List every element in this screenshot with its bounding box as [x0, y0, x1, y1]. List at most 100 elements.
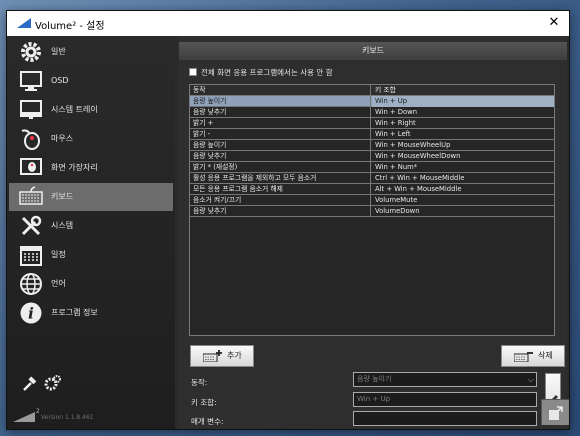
- hammer-icon[interactable]: [21, 376, 37, 392]
- monitor-icon: [20, 71, 42, 91]
- table-header-row: 동작 키 조합: [190, 85, 554, 96]
- table-cell-hotkey: Win + MouseWheelDown: [375, 152, 461, 160]
- hotkey-table: 동작 키 조합 음량 높이기 Win + Up 음량 낮추기 Win + Dow…: [189, 84, 555, 336]
- table-row[interactable]: 밝기 + Win + Right: [190, 118, 554, 129]
- sidebar-item-label: OSD: [51, 76, 69, 85]
- table-cell-hotkey: Win + Right: [375, 119, 416, 127]
- table-row[interactable]: 음량 높이기 Win + MouseWheelUp: [190, 140, 554, 151]
- table-cell-action: 밝기 +: [190, 118, 371, 129]
- table-cell-hotkey: Win + MouseWheelUp: [375, 141, 451, 149]
- sidebar-item-label: 일반: [51, 47, 66, 56]
- table-cell-hotkey: Win + Left: [375, 130, 411, 138]
- table-cell-action: 밝기 -: [190, 129, 371, 140]
- calendar-icon: [20, 246, 42, 266]
- column-header-hotkey[interactable]: 키 조합: [372, 85, 554, 96]
- parameter-field[interactable]: [353, 411, 537, 426]
- sidebar-item-general[interactable]: 일반: [9, 38, 173, 66]
- svg-text:2: 2: [36, 408, 39, 415]
- settings-window: Volume² - 설정 ✕ 일반 OSD 시스템 트레이 마우스 화면 가장자…: [6, 10, 570, 430]
- add-button[interactable]: 추가: [190, 345, 254, 367]
- table-cell-hotkey: Win + Up: [372, 96, 554, 107]
- tools-icon: [21, 215, 42, 236]
- sidebar-item-language[interactable]: 언어: [9, 270, 173, 298]
- table-cell-action: 밝기 * (재설정): [190, 162, 371, 173]
- table-row[interactable]: 음소거 켜기/끄기 VolumeMute: [190, 195, 554, 206]
- table-cell-hotkey: Win + Num*: [375, 163, 418, 171]
- sidebar-item-system[interactable]: 시스템: [9, 212, 173, 240]
- sidebar: 일반 OSD 시스템 트레이 마우스 화면 가장자리 키보드 시스템 일정 언어…: [7, 36, 175, 429]
- table-row[interactable]: 활성 응용 프로그램을 제외하고 모두 음소거 Ctrl + Win + Mou…: [190, 173, 554, 184]
- sidebar-item-label: 프로그램 정보: [51, 308, 98, 317]
- table-row[interactable]: 밝기 * (재설정) Win + Num*: [190, 162, 554, 173]
- parameter-label: 매개 변수:: [191, 417, 224, 426]
- fullscreen-disable-checkbox[interactable]: 전체 화면 응용 프로그램에서는 사용 안 함: [189, 67, 333, 78]
- sidebar-item-schedule[interactable]: 일정: [9, 241, 173, 269]
- table-cell-hotkey: VolumeDown: [375, 207, 420, 215]
- sidebar-item-screen-edge[interactable]: 화면 가장자리: [9, 154, 173, 182]
- corner-window-button[interactable]: [541, 399, 569, 425]
- table-cell-action: 음량 낮추기: [190, 206, 371, 217]
- table-row[interactable]: 음량 낮추기 VolumeDown: [190, 206, 554, 217]
- table-row[interactable]: 밝기 - Win + Left: [190, 129, 554, 140]
- keyboard-add-icon: [203, 350, 222, 362]
- screen-edge-icon: [20, 158, 42, 175]
- sidebar-item-label: 언어: [51, 279, 66, 288]
- table-cell-action: 음량 낮추기: [190, 107, 371, 118]
- svg-text:i: i: [28, 305, 34, 323]
- title-bar: Volume² - 설정 ✕: [7, 11, 569, 36]
- table-cell-action: 모든 응용 프로그램 음소거 해제: [190, 184, 371, 195]
- key-combo-field[interactable]: Win + Up: [353, 392, 537, 407]
- table-cell-hotkey: Alt + Win + MouseMiddle: [375, 185, 462, 193]
- key-combo-value: Win + Up: [357, 395, 391, 403]
- sidebar-item-label: 시스템: [51, 221, 74, 230]
- sidebar-item-label: 일정: [51, 250, 66, 259]
- table-cell-action: 활성 응용 프로그램을 제외하고 모두 음소거: [190, 173, 371, 184]
- table-row[interactable]: 모든 응용 프로그램 음소거 해제 Alt + Win + MouseMiddl…: [190, 184, 554, 195]
- table-cell-hotkey: VolumeMute: [375, 196, 418, 204]
- delete-button-label: 삭제: [538, 351, 553, 360]
- client-area: 일반 OSD 시스템 트레이 마우스 화면 가장자리 키보드 시스템 일정 언어…: [7, 36, 569, 429]
- system-tray-icon: [20, 100, 42, 119]
- sidebar-item-label: 시스템 트레이: [51, 105, 98, 114]
- table-cell-hotkey: Ctrl + Win + MouseMiddle: [375, 174, 465, 182]
- table-cell-action: 음량 높이기: [190, 140, 371, 151]
- action-dropdown[interactable]: 음량 높이기 ⌵: [353, 372, 537, 387]
- keyboard-remove-icon: [514, 352, 533, 362]
- info-icon: i: [20, 302, 42, 324]
- checkbox-box[interactable]: [189, 68, 197, 76]
- sidebar-item-osd[interactable]: OSD: [9, 67, 173, 95]
- keyboard-panel: 키보드 전체 화면 응용 프로그램에서는 사용 안 함 동작 키 조합 음량 높…: [179, 36, 567, 429]
- add-button-label: 추가: [227, 351, 242, 360]
- table-row[interactable]: 음량 높이기 Win + Up: [190, 96, 554, 107]
- chevron-down-icon: ⌵: [527, 375, 534, 384]
- action-label: 동작:: [191, 378, 208, 387]
- volume-app-icon: [17, 18, 31, 28]
- globe-icon: [20, 273, 42, 295]
- window-title: Volume² - 설정: [35, 21, 105, 32]
- table-cell-action: 음소거 켜기/끄기: [190, 195, 371, 206]
- gear-icon: [21, 42, 41, 62]
- keyboard-icon: [19, 186, 43, 205]
- sidebar-item-label: 키보드: [51, 192, 74, 201]
- sidebar-item-label: 마우스: [51, 134, 74, 143]
- key-combo-label: 키 조합:: [191, 398, 217, 407]
- table-cell-hotkey: Win + Down: [375, 108, 418, 116]
- table-row[interactable]: 음량 낮추기 Win + MouseWheelDown: [190, 151, 554, 162]
- checkbox-label: 전체 화면 응용 프로그램에서는 사용 안 함: [201, 68, 333, 77]
- version-text: Version 1.1.8.461: [41, 414, 94, 421]
- sidebar-item-system-tray[interactable]: 시스템 트레이: [9, 96, 173, 124]
- settings-gears-icon[interactable]: [43, 374, 61, 392]
- table-cell-action: 음량 높이기: [190, 96, 371, 107]
- mouse-icon: [21, 129, 40, 150]
- panel-title: 키보드: [179, 42, 567, 60]
- close-button[interactable]: ✕: [543, 14, 565, 32]
- sidebar-item-label: 화면 가장자리: [51, 163, 98, 172]
- window-snap-icon: [549, 406, 563, 420]
- sidebar-item-about[interactable]: i 프로그램 정보: [9, 299, 173, 327]
- sidebar-item-mouse[interactable]: 마우스: [9, 125, 173, 153]
- sidebar-item-keyboard[interactable]: 키보드: [9, 183, 173, 211]
- table-row[interactable]: 음량 낮추기 Win + Down: [190, 107, 554, 118]
- table-cell-action: 음량 낮추기: [190, 151, 371, 162]
- delete-button[interactable]: 삭제: [501, 345, 565, 367]
- column-header-action[interactable]: 동작: [190, 85, 371, 96]
